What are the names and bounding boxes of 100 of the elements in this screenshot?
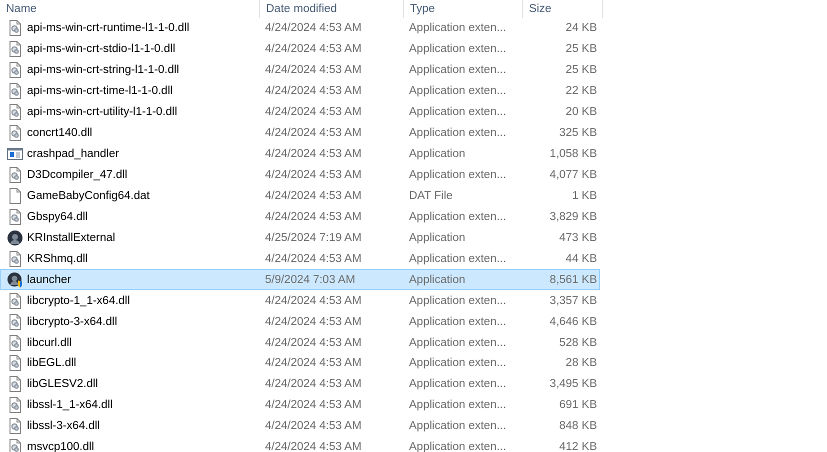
gear-file-icon — [7, 167, 23, 184]
file-name: api-ms-win-crt-runtime-l1-1-0.dll — [27, 21, 190, 36]
date-modified: 4/24/2024 4:53 AM — [264, 356, 363, 370]
gear-file-icon — [7, 418, 23, 434]
date-modified: 4/24/2024 4:53 AM — [264, 42, 363, 56]
file-row[interactable]: api-ms-win-crt-utility-l1-1-0.dll 4/24/2024 4:53 AM Application exten... 20 KB — [0, 102, 600, 123]
file-size: 25 KB — [564, 63, 598, 78]
gear-file-icon — [7, 376, 23, 392]
file-type: Application exten... — [408, 314, 508, 329]
file-name: KRShmq.dll — [27, 252, 88, 266]
file-type: Application exten... — [408, 105, 508, 120]
file-row[interactable]: libssl-1_1-x64.dll 4/24/2024 4:53 AM Application exten... 691 KB — [0, 394, 600, 416]
column-header[interactable]: Date modified — [260, 0, 404, 18]
file-size: 473 KB — [558, 230, 598, 245]
file-row[interactable]: api-ms-win-crt-runtime-l1-1-0.dll 4/24/2024 4:53 AM Application exten... 24 KB — [0, 18, 600, 39]
file-row[interactable]: libcurl.dll 4/24/2024 4:53 AM Application exten... 528 KB — [0, 332, 600, 353]
file-row[interactable]: concrt140.dll 4/24/2024 4:53 AM Application exten... 325 KB — [0, 122, 600, 144]
file-type: Application exten... — [408, 398, 508, 412]
file-row[interactable]: crashpad_handler 4/24/2024 4:53 AM Application 1,058 KB — [0, 144, 600, 165]
date-modified: 4/24/2024 4:53 AM — [264, 126, 363, 140]
file-type: Application exten... — [408, 63, 508, 78]
file-row[interactable]: KRShmq.dll 4/24/2024 4:53 AM Application exten... 44 KB — [0, 248, 600, 270]
file-row[interactable]: D3Dcompiler_47.dll 4/24/2024 4:53 AM Application exten... 4,077 KB — [0, 164, 600, 186]
file-type: Application exten... — [408, 294, 508, 308]
file-name: libEGL.dll — [27, 356, 76, 370]
date-modified: 4/24/2024 4:53 AM — [264, 398, 363, 412]
file-size: 20 KB — [564, 105, 598, 120]
file-type: Application exten... — [408, 419, 508, 434]
file-name: KRInstallExternal — [27, 230, 116, 245]
file-name: api-ms-win-crt-time-l1-1-0.dll — [27, 84, 173, 98]
date-modified: 4/24/2024 4:53 AM — [264, 294, 363, 308]
file-row[interactable]: KRInstallExternal 4/25/2024 7:19 AM Application 473 KB — [0, 227, 600, 248]
file-size: 848 KB — [558, 419, 598, 434]
app-icon — [7, 230, 23, 246]
gear-file-icon — [7, 355, 23, 372]
gear-file-icon — [7, 439, 23, 452]
file-row[interactable]: GameBabyConfig64.dat 4/24/2024 4:53 AM DAT File 1 KB — [0, 186, 600, 206]
date-modified: 4/24/2024 4:53 AM — [264, 84, 363, 98]
file-name: api-ms-win-crt-string-l1-1-0.dll — [27, 63, 180, 78]
file-row[interactable]: libEGL.dll 4/24/2024 4:53 AM Application exten... 28 KB — [0, 353, 600, 374]
file-row[interactable]: api-ms-win-crt-stdio-l1-1-0.dll 4/24/2024 4:53 AM Application exten... 25 KB — [0, 38, 600, 60]
date-modified: 4/25/2024 7:19 AM — [264, 230, 363, 245]
date-modified: 4/24/2024 4:53 AM — [264, 377, 363, 392]
file-type: Application exten... — [408, 21, 508, 36]
date-modified: 4/24/2024 4:53 AM — [264, 336, 363, 350]
file-row[interactable]: Gbspy64.dll 4/24/2024 4:53 AM Application exten... 3,829 KB — [0, 206, 600, 228]
file-name: libcrypto-1_1-x64.dll — [27, 294, 130, 308]
file-size: 24 KB — [564, 21, 598, 36]
gear-file-icon — [7, 208, 23, 225]
file-name: Gbspy64.dll — [27, 210, 88, 224]
file-type: Application exten... — [408, 42, 508, 56]
file-size: 28 KB — [564, 356, 598, 370]
file-row[interactable]: api-ms-win-crt-time-l1-1-0.dll 4/24/2024 4:53 AM Application exten... 22 KB — [0, 80, 600, 102]
file-row[interactable]: libcrypto-1_1-x64.dll 4/24/2024 4:53 AM Application exten... 3,357 KB — [0, 290, 600, 312]
file-name: crashpad_handler — [27, 147, 120, 162]
gear-file-icon — [7, 314, 23, 330]
date-modified: 4/24/2024 4:53 AM — [264, 252, 363, 266]
file-size: 691 KB — [558, 398, 598, 412]
file-size: 4,077 KB — [548, 168, 598, 182]
file-type: DAT File — [408, 188, 454, 203]
file-size: 25 KB — [564, 42, 598, 56]
file-size: 1 KB — [571, 188, 598, 203]
gear-file-icon — [7, 41, 23, 58]
file-type: Application exten... — [408, 210, 508, 224]
file-row[interactable]: libGLESV2.dll 4/24/2024 4:53 AM Application exten... 3,495 KB — [0, 374, 600, 395]
file-row[interactable]: launcher 5/9/2024 7:03 AM Application 8,561 KB — [0, 269, 600, 290]
date-modified: 4/24/2024 4:53 AM — [264, 188, 363, 203]
date-modified: 4/24/2024 4:53 AM — [264, 147, 363, 162]
file-row[interactable]: api-ms-win-crt-string-l1-1-0.dll 4/24/2024 4:53 AM Application exten... 25 KB — [0, 60, 600, 81]
file-name: concrt140.dll — [27, 126, 92, 140]
file-size: 325 KB — [558, 126, 598, 140]
file-name: libcurl.dll — [27, 336, 72, 350]
file-type: Application exten... — [408, 168, 508, 182]
date-modified: 4/24/2024 4:53 AM — [264, 63, 363, 78]
date-modified: 5/9/2024 7:03 AM — [264, 272, 356, 287]
date-modified: 4/24/2024 4:53 AM — [264, 314, 363, 329]
file-name: libssl-3-x64.dll — [27, 419, 100, 434]
file-name: GameBabyConfig64.dat — [27, 188, 150, 203]
file-name: launcher — [27, 272, 72, 287]
file-type: Application exten... — [408, 377, 508, 392]
gear-file-icon — [7, 250, 23, 267]
column-header[interactable]: Type — [404, 0, 523, 18]
file-size: 528 KB — [558, 336, 598, 350]
file-size: 8,561 KB — [548, 272, 598, 287]
file-icon — [7, 188, 23, 204]
column-header[interactable]: Size — [523, 0, 603, 18]
file-type: Application exten... — [408, 252, 508, 266]
gear-file-icon — [7, 104, 23, 120]
file-row[interactable]: libcrypto-3-x64.dll 4/24/2024 4:53 AM Application exten... 4,646 KB — [0, 311, 600, 332]
file-name: libGLESV2.dll — [27, 377, 98, 392]
file-name: libcrypto-3-x64.dll — [27, 314, 118, 329]
column-header[interactable]: Name — [0, 0, 260, 18]
date-modified: 4/24/2024 4:53 AM — [264, 168, 363, 182]
file-row[interactable]: libssl-3-x64.dll 4/24/2024 4:53 AM Application exten... 848 KB — [0, 416, 600, 437]
file-name: libssl-1_1-x64.dll — [27, 398, 113, 412]
date-modified: 4/24/2024 4:53 AM — [264, 210, 363, 224]
file-type: Application — [408, 230, 466, 245]
file-size: 412 KB — [558, 440, 598, 452]
file-size: 1,058 KB — [548, 147, 598, 162]
file-size: 22 KB — [564, 84, 598, 98]
